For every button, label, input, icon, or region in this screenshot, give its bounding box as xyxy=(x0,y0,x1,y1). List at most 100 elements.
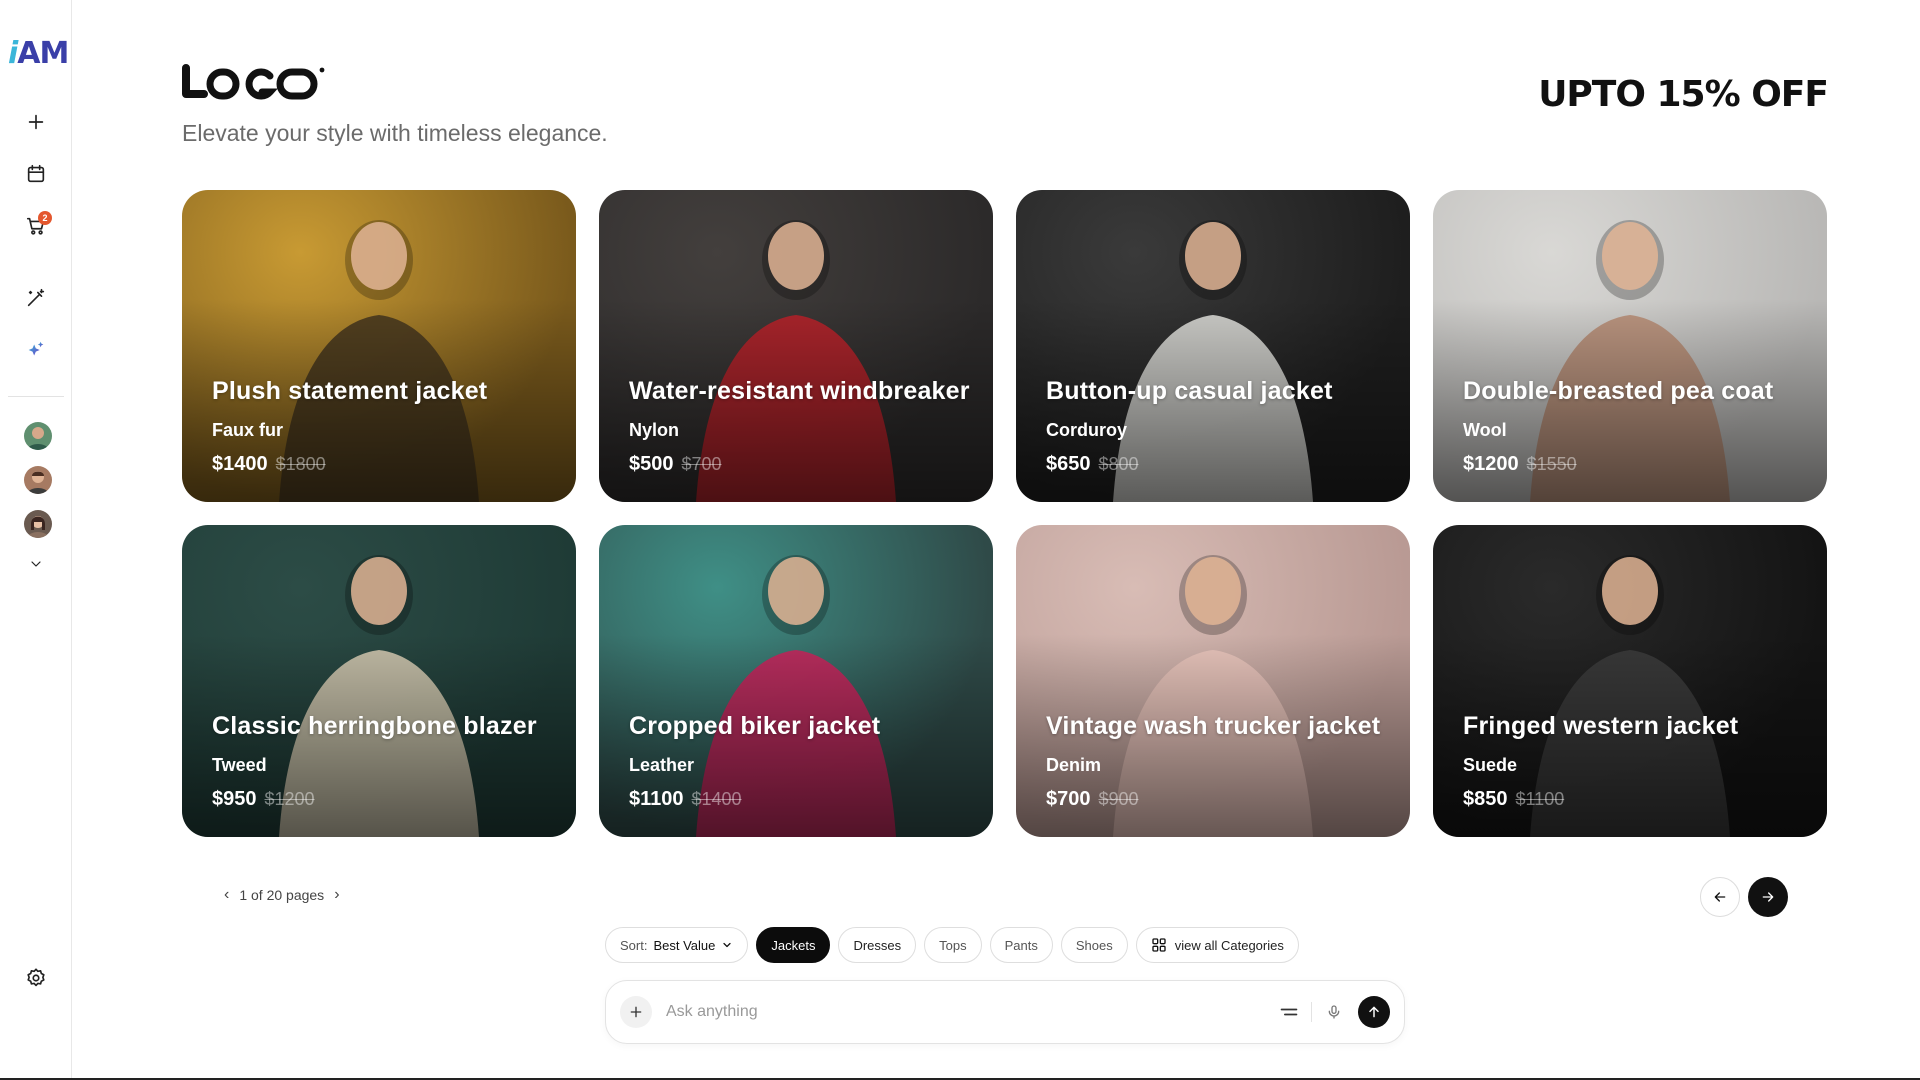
product-prices: $500 $700 xyxy=(629,453,970,476)
product-prices: $700 $900 xyxy=(1046,788,1380,811)
send-button[interactable] xyxy=(1358,996,1390,1028)
previous-button[interactable] xyxy=(1700,877,1740,917)
tagline: Elevate your style with timeless eleganc… xyxy=(182,120,608,146)
pagination: ‹ 1 of 20 pages › xyxy=(224,886,340,904)
avatar[interactable] xyxy=(24,510,52,538)
cart-badge: 2 xyxy=(38,211,52,225)
view-all-label: view all Categories xyxy=(1174,937,1284,953)
product-title: Double-breasted pea coat xyxy=(1463,377,1774,405)
category-chip-tops[interactable]: Tops xyxy=(924,927,982,963)
product-old-price: $1800 xyxy=(275,454,326,474)
ask-box xyxy=(605,980,1405,1044)
product-title: Button-up casual jacket xyxy=(1046,377,1333,405)
product-price: $1400 xyxy=(212,453,268,475)
avatar[interactable] xyxy=(24,466,52,494)
voice-button[interactable] xyxy=(1318,996,1350,1028)
cart-button[interactable]: 2 xyxy=(20,210,52,242)
product-price: $500 xyxy=(629,453,674,475)
product-material: Nylon xyxy=(629,420,680,440)
more-avatars-button[interactable] xyxy=(20,548,52,580)
store-logo[interactable] xyxy=(182,64,328,107)
product-material: Corduroy xyxy=(1046,420,1127,440)
product-prices: $1400 $1800 xyxy=(212,453,487,476)
sort-label: Sort: xyxy=(620,937,648,953)
chevron-down-icon xyxy=(723,942,732,948)
ai-button[interactable] xyxy=(20,334,52,366)
product-card[interactable]: Button-up casual jacket Corduroy $650 $8… xyxy=(1016,190,1410,502)
product-old-price: $800 xyxy=(1098,454,1139,474)
edit-tool-button[interactable] xyxy=(20,282,52,314)
product-title: Plush statement jacket xyxy=(212,377,488,405)
product-card[interactable]: Fringed western jacket Suede $850 $1100 xyxy=(1433,525,1827,837)
product-info: Double-breasted pea coat Wool $1200 $155… xyxy=(1463,377,1773,476)
magic-wand-icon xyxy=(27,288,45,307)
product-prices: $850 $1100 xyxy=(1463,788,1738,811)
product-title: Fringed western jacket xyxy=(1463,712,1739,740)
product-info: Button-up casual jacket Corduroy $650 $8… xyxy=(1046,377,1333,476)
sidebar: iAM 2 xyxy=(0,0,72,1080)
product-card[interactable]: Plush statement jacket Faux fur $1400 $1… xyxy=(182,190,576,502)
product-material: Tweed xyxy=(212,755,267,775)
filter-bar: Sort: Best Value Jackets Dresses Tops Pa… xyxy=(605,927,1299,963)
product-old-price: $700 xyxy=(681,454,722,474)
product-title: Vintage wash trucker jacket xyxy=(1046,712,1381,740)
product-price: $700 xyxy=(1046,788,1091,810)
product-prices: $1200 $1550 xyxy=(1463,453,1773,476)
sidebar-divider xyxy=(8,396,64,397)
product-old-price: $1100 xyxy=(1515,789,1565,809)
product-card[interactable]: Cropped biker jacket Leather $1100 $1400 xyxy=(599,525,993,837)
product-material: Leather xyxy=(629,755,695,775)
chevron-right-icon[interactable]: › xyxy=(334,886,339,904)
avatar[interactable] xyxy=(24,422,52,450)
product-title: Water-resistant windbreaker xyxy=(629,377,970,405)
product-price: $1200 xyxy=(1463,453,1519,475)
product-info: Cropped biker jacket Leather $1100 $1400 xyxy=(629,712,880,811)
product-card[interactable]: Vintage wash trucker jacket Denim $700 $… xyxy=(1016,525,1410,837)
product-material: Denim xyxy=(1046,755,1102,775)
brand-logo[interactable]: iAM xyxy=(8,36,69,71)
product-prices: $650 $800 xyxy=(1046,453,1333,476)
calendar-button[interactable] xyxy=(20,158,52,190)
product-old-price: $1550 xyxy=(1526,454,1577,474)
sort-dropdown[interactable]: Sort: Best Value xyxy=(605,927,749,963)
plus-icon xyxy=(630,1006,642,1018)
product-old-price: $900 xyxy=(1098,789,1139,809)
next-button[interactable] xyxy=(1748,877,1788,917)
lines-icon xyxy=(1280,1008,1298,1016)
category-chip-jackets[interactable]: Jackets xyxy=(756,927,831,963)
product-price: $650 xyxy=(1046,453,1091,475)
product-info: Water-resistant windbreaker Nylon $500 $… xyxy=(629,377,970,476)
sparkles-icon xyxy=(28,341,44,356)
plus-icon xyxy=(28,114,44,130)
product-material: Faux fur xyxy=(212,420,284,440)
product-material: Wool xyxy=(1463,420,1507,440)
product-old-price: $1200 xyxy=(264,789,315,809)
product-grid: Plush statement jacket Faux fur $1400 $1… xyxy=(182,190,1829,837)
arrow-left-icon xyxy=(1714,892,1726,902)
settings-icon xyxy=(27,968,45,987)
product-card[interactable]: Water-resistant windbreaker Nylon $500 $… xyxy=(599,190,993,502)
product-title: Classic herringbone blazer xyxy=(212,712,537,740)
product-price: $950 xyxy=(212,788,257,810)
category-chip-dresses[interactable]: Dresses xyxy=(838,927,917,963)
settings-button[interactable] xyxy=(20,962,52,994)
calendar-icon xyxy=(27,164,45,183)
new-button[interactable] xyxy=(20,106,52,138)
product-info: Plush statement jacket Faux fur $1400 $1… xyxy=(212,377,487,476)
product-info: Vintage wash trucker jacket Denim $700 $… xyxy=(1046,712,1380,811)
category-chip-shoes[interactable]: Shoes xyxy=(1060,927,1128,963)
product-title: Cropped biker jacket xyxy=(629,712,881,740)
category-chip-pants[interactable]: Pants xyxy=(989,927,1053,963)
product-info: Fringed western jacket Suede $850 $1100 xyxy=(1463,712,1738,811)
product-material: Suede xyxy=(1463,755,1518,775)
ask-input[interactable] xyxy=(666,1003,1273,1021)
attach-button[interactable] xyxy=(620,996,652,1028)
logo-icon xyxy=(182,64,325,100)
product-card[interactable]: Double-breasted pea coat Wool $1200 $155… xyxy=(1433,190,1827,502)
view-all-categories-button[interactable]: view all Categories xyxy=(1135,927,1299,963)
chevron-left-icon[interactable]: ‹ xyxy=(224,886,229,904)
product-card[interactable]: Classic herringbone blazer Tweed $950 $1… xyxy=(182,525,576,837)
chevron-down-icon xyxy=(31,561,41,567)
filter-options-button[interactable] xyxy=(1273,996,1305,1028)
product-price: $1100 xyxy=(629,788,684,810)
